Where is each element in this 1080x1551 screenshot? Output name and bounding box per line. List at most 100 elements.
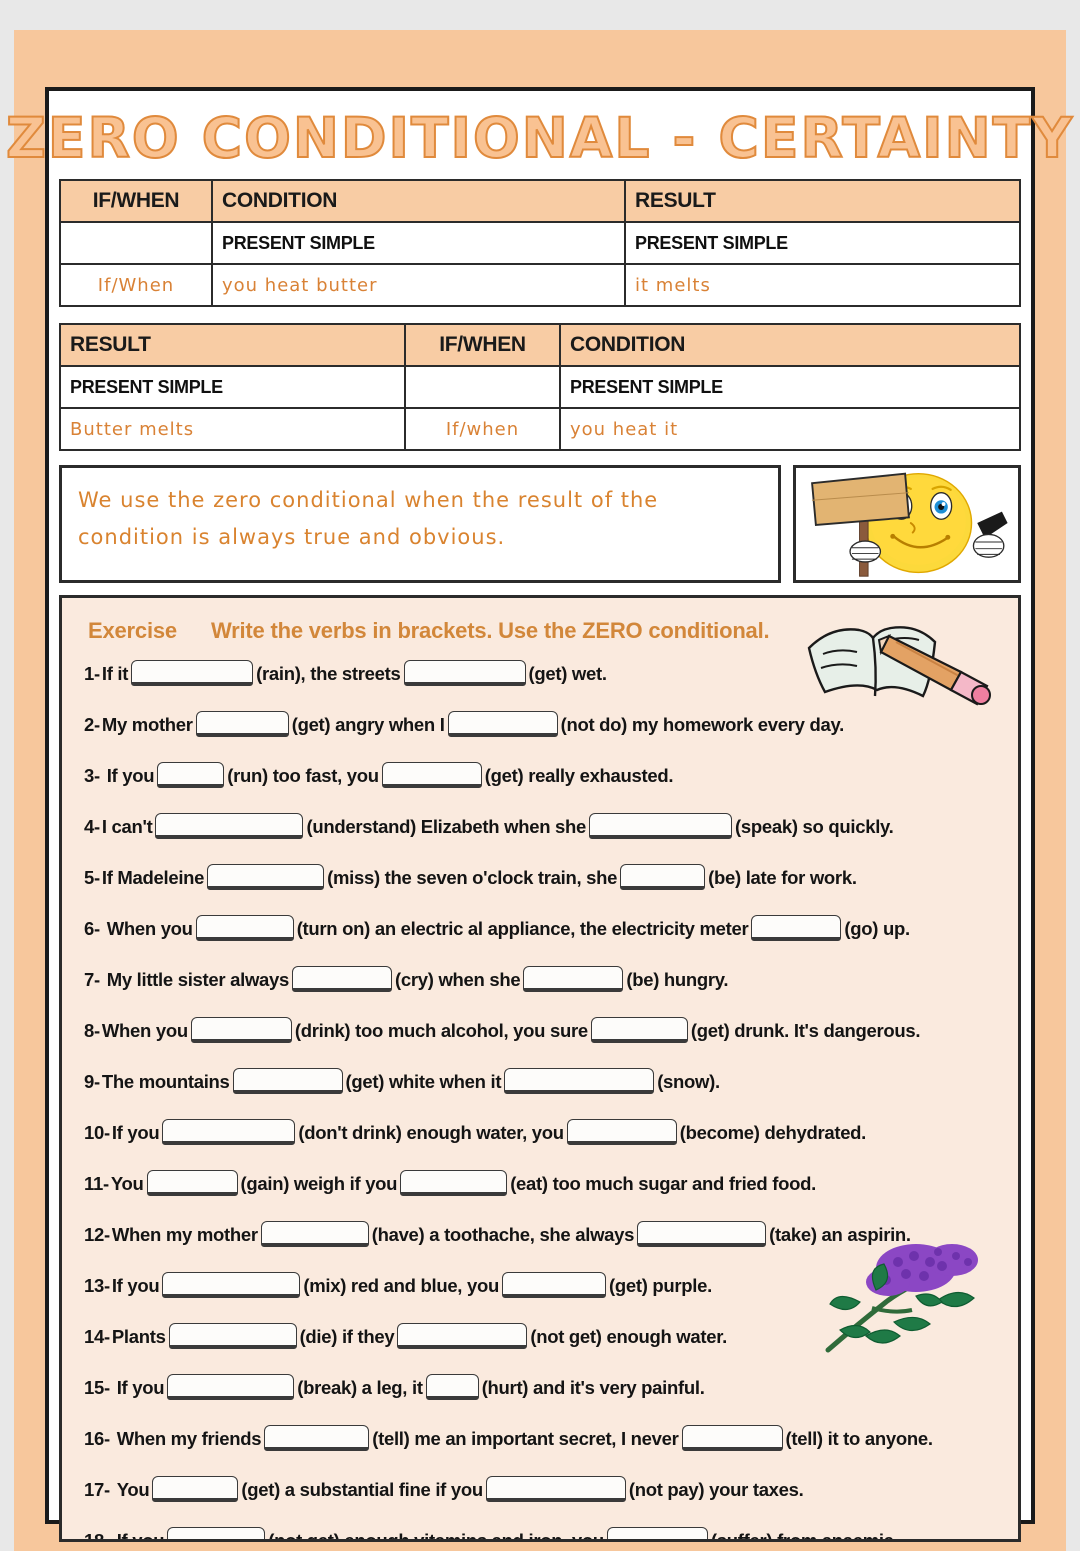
answer-blank[interactable]	[590, 1017, 688, 1043]
answer-blank[interactable]	[162, 1119, 296, 1145]
exercise-item-number: 3-	[84, 764, 105, 786]
exercise-item: 9- The mountains (get) white when it (snow)…	[84, 1068, 1000, 1096]
answer-blank[interactable]	[264, 1425, 370, 1451]
exercise-item-text: (miss) the seven o'clock train, she	[327, 866, 618, 888]
answer-blank[interactable]	[195, 711, 289, 737]
example-condition: you heat butter	[211, 263, 626, 307]
answer-blank[interactable]	[260, 1221, 369, 1247]
exercise-item-text: (not get) enough water.	[530, 1325, 727, 1347]
exercise-label: Exercise	[88, 618, 177, 643]
exercise-item-text: (get) really exhausted.	[484, 764, 674, 786]
exercise-item-number: 10-	[84, 1121, 110, 1143]
answer-blank[interactable]	[566, 1119, 677, 1145]
exercise-panel: Exercise Write the verbs in brackets. Use…	[59, 595, 1021, 1542]
answer-blank[interactable]	[157, 762, 225, 788]
exercise-item: 5- If Madeleine (miss) the seven o'clock t…	[84, 864, 1000, 892]
table-row: If/When you heat butter it melts	[59, 263, 1021, 307]
answer-blank[interactable]	[403, 660, 526, 686]
answer-blank[interactable]	[167, 1374, 295, 1400]
explanation-row: We use the zero conditional when the res…	[59, 465, 1021, 583]
answer-blank[interactable]	[589, 813, 733, 839]
exercise-item: 8- When you (drink) too much alcohol, you …	[84, 1017, 1000, 1045]
exercise-item-text: (mix) red and blue, you	[303, 1274, 499, 1296]
exercise-item: 15- If you (break) a leg, it (hurt) and it…	[84, 1374, 1000, 1402]
exercise-item-text: (hurt) and it's very painful.	[481, 1376, 705, 1398]
answer-blank[interactable]	[167, 1527, 266, 1539]
grammar-table-forward: IF/WHEN CONDITION RESULT PRESENT SIMPLE …	[59, 179, 1021, 307]
exercise-item-number: 7-	[84, 968, 105, 990]
exercise-item-text: When you	[101, 1019, 188, 1041]
worksheet-page: ZERO CONDITIONAL - CERTAINTY IF/WHEN CON…	[5, 30, 1073, 1551]
exercise-item-text: If Madeleine	[101, 866, 205, 888]
answer-blank[interactable]	[207, 864, 325, 890]
exercise-item-number: 14-	[84, 1325, 110, 1347]
answer-blank[interactable]	[501, 1272, 606, 1298]
exercise-item: 18- If you (not get) enough vitamins and …	[84, 1527, 1000, 1542]
answer-blank[interactable]	[195, 915, 294, 941]
answer-blank[interactable]	[485, 1476, 626, 1502]
exercise-item-text: When my friends	[116, 1427, 262, 1449]
exercise-item-text: (turn on) an electric al appliance, the …	[296, 917, 749, 939]
explanation-line-1: We use the zero conditional when the res…	[78, 488, 659, 512]
exercise-item-text: When my mother	[111, 1223, 258, 1245]
exercise-item: 11- You (gain) weigh if you (eat) too much …	[84, 1170, 1000, 1198]
header-result: RESULT	[624, 179, 1021, 223]
exercise-item: 6- When you (turn on) an electric al appl…	[84, 915, 1000, 943]
exercise-item-text: If you	[116, 1529, 165, 1542]
exercise-item: 2- My mother (get) angry when I (not do) my…	[84, 711, 1000, 739]
exercise-item-text: (not do) my homework every day.	[560, 713, 845, 735]
answer-blank[interactable]	[751, 915, 842, 941]
answer-blank[interactable]	[131, 660, 254, 686]
tense-result: PRESENT SIMPLE	[624, 221, 1021, 265]
answer-blank[interactable]	[400, 1170, 508, 1196]
exercise-item-text: (get) white when it	[345, 1070, 502, 1092]
example-if-when: If/when	[404, 407, 561, 451]
answer-blank[interactable]	[232, 1068, 343, 1094]
tense-condition: PRESENT SIMPLE	[211, 221, 626, 265]
tense-result: PRESENT SIMPLE	[59, 365, 406, 409]
answer-blank[interactable]	[681, 1425, 783, 1451]
exercise-item-text: My mother	[101, 713, 193, 735]
answer-blank[interactable]	[190, 1017, 292, 1043]
exercise-item-number: 11-	[84, 1172, 109, 1194]
answer-blank[interactable]	[168, 1323, 297, 1349]
answer-blank[interactable]	[523, 966, 624, 992]
answer-blank[interactable]	[292, 966, 393, 992]
exercise-heading: Exercise Write the verbs in brackets. Use…	[88, 618, 1000, 644]
exercise-item-text: (take) an aspirin.	[769, 1223, 911, 1245]
answer-blank[interactable]	[162, 1272, 301, 1298]
exercise-item-text: (get) purple.	[608, 1274, 712, 1296]
page-title-container: ZERO CONDITIONAL - CERTAINTY	[5, 101, 1073, 175]
exercise-item-text: You	[110, 1172, 144, 1194]
exercise-item-number: 15-	[84, 1376, 115, 1398]
exercise-item: 3- If you (run) too fast, you (get) really…	[84, 762, 1000, 790]
tense-if-when	[59, 221, 213, 265]
answer-blank[interactable]	[152, 1476, 239, 1502]
exercise-items-list: 1- If it (rain), the streets (get) wet. 2- My…	[80, 660, 1000, 1542]
answer-blank[interactable]	[447, 711, 558, 737]
exercise-item-text: If you	[111, 1274, 160, 1296]
exercise-item-text: (get) angry when I	[291, 713, 445, 735]
answer-blank[interactable]	[620, 864, 706, 890]
exercise-item-number: 9-	[84, 1070, 100, 1092]
exercise-item-number: 17-	[84, 1478, 115, 1500]
answer-blank[interactable]	[606, 1527, 708, 1539]
exercise-item-text: (tell) it to anyone.	[785, 1427, 933, 1449]
table-row: IF/WHEN CONDITION RESULT	[59, 179, 1021, 223]
answer-blank[interactable]	[397, 1323, 528, 1349]
answer-blank[interactable]	[504, 1068, 655, 1094]
exercise-item-text: (suffer) from anaemia.	[710, 1529, 899, 1542]
exercise-item: 4- I can't (understand) Elizabeth when she…	[84, 813, 1000, 841]
answer-blank[interactable]	[155, 813, 304, 839]
exercise-item: 14- Plants (die) if they (not get) enough w…	[84, 1323, 1000, 1351]
exercise-item-text: Plants	[111, 1325, 166, 1347]
answer-blank[interactable]	[381, 762, 482, 788]
exercise-item-text: (drink) too much alcohol, you sure	[294, 1019, 588, 1041]
exercise-item-text: (understand) Elizabeth when she	[306, 815, 587, 837]
exercise-item: 7- My little sister always (cry) when she…	[84, 966, 1000, 994]
answer-blank[interactable]	[146, 1170, 238, 1196]
table-row: PRESENT SIMPLE PRESENT SIMPLE	[59, 221, 1021, 265]
exercise-item: 17- You (get) a substantial fine if you (n…	[84, 1476, 1000, 1504]
answer-blank[interactable]	[425, 1374, 479, 1400]
answer-blank[interactable]	[637, 1221, 767, 1247]
